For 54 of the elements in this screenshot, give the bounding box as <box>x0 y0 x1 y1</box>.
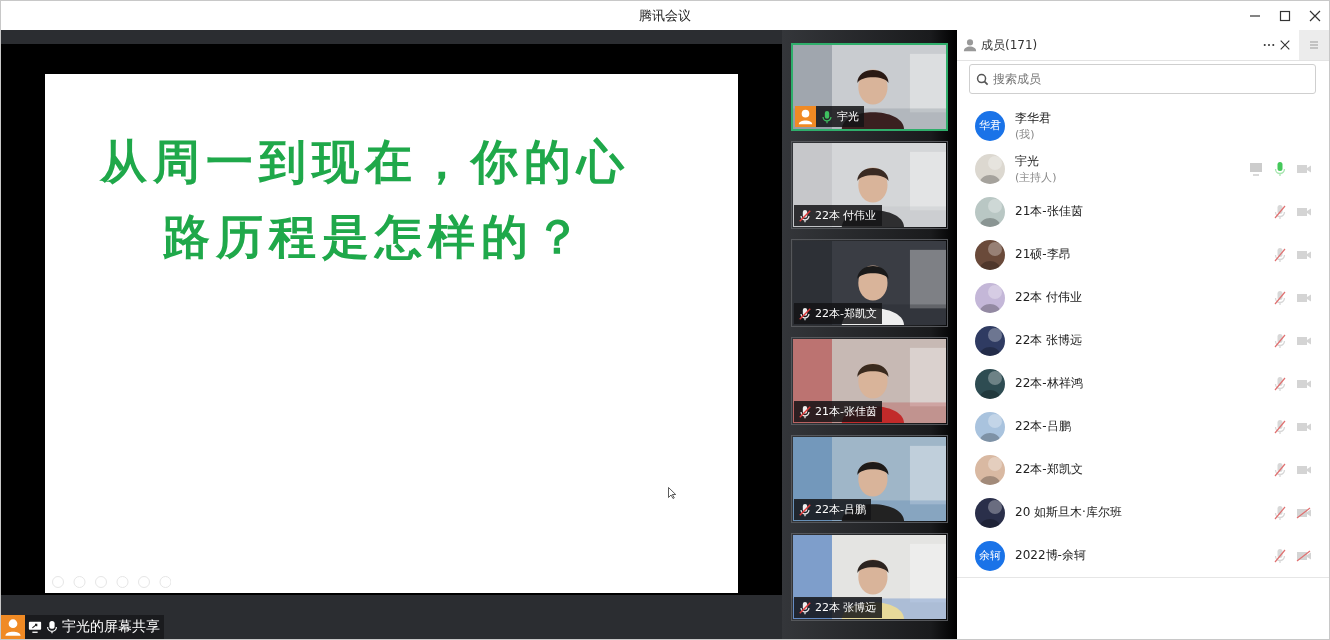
member-name: 22本-吕鹏 <box>1015 418 1072 435</box>
member-role: (我) <box>1015 126 1036 142</box>
muted-microphone-icon[interactable] <box>1272 461 1288 478</box>
share-label: 宇光的屏幕共享 <box>1 615 164 639</box>
screen-share-icon <box>1248 160 1264 177</box>
video-tile[interactable]: 宇光 <box>791 43 948 131</box>
video-tile[interactable]: 22本 张博远 <box>791 533 948 621</box>
muted-microphone-icon[interactable] <box>1272 504 1288 521</box>
muted-microphone-icon[interactable] <box>1272 246 1288 263</box>
close-icon[interactable] <box>1279 39 1291 51</box>
member-name: 22本 付伟业 <box>1015 289 1084 306</box>
muted-microphone-icon[interactable] <box>1272 375 1288 392</box>
participant-name: 22本 张博远 <box>815 600 877 615</box>
member-name: 李华君 <box>1015 109 1052 127</box>
muted-microphone-icon[interactable] <box>1272 203 1288 220</box>
member-name: 宇光 <box>1015 152 1040 170</box>
search-icon <box>976 73 989 86</box>
person-icon <box>795 106 816 127</box>
avatar: 华君 <box>975 110 1005 141</box>
maximize-icon[interactable] <box>1279 10 1291 22</box>
cursor-icon <box>668 487 676 499</box>
menu-button[interactable] <box>1299 30 1329 60</box>
participant-name: 22本-郑凯文 <box>815 306 877 321</box>
participant-name: 宇光 <box>837 109 859 124</box>
video-tile[interactable]: 21本-张佳茵 <box>791 337 948 425</box>
muted-microphone-icon[interactable] <box>1272 418 1288 435</box>
person-icon <box>963 38 977 52</box>
panel-title: 成员(171) <box>981 36 1039 54</box>
muted-microphone-icon[interactable] <box>1272 289 1288 306</box>
video-tile[interactable]: 22本 付伟业 <box>791 141 948 229</box>
slide-text: 从周一到现在，你的心 <box>100 133 631 191</box>
muted-microphone-icon[interactable] <box>1272 332 1288 349</box>
member-name: 2022博-余轲 <box>1015 547 1087 564</box>
video-tile[interactable]: 22本-吕鹏 <box>791 435 948 523</box>
member-role: (主持人) <box>1015 169 1058 185</box>
microphone-icon[interactable] <box>1272 160 1288 177</box>
search-field[interactable]: 搜索成员 <box>969 64 1316 94</box>
member-name: 22本-郑凯文 <box>1015 461 1084 478</box>
member-name: 21本-张佳茵 <box>1015 203 1084 220</box>
participant-name: 22本 付伟业 <box>815 208 877 223</box>
avatar: 余轲 <box>975 540 1005 571</box>
close-icon[interactable] <box>1309 10 1321 22</box>
participant-name: 22本-吕鹏 <box>815 502 866 517</box>
participant-name: 21本-张佳茵 <box>815 404 877 419</box>
member-name: 21硕-李昂 <box>1015 246 1072 263</box>
member-name: 22本-林祥鸿 <box>1015 375 1084 392</box>
muted-microphone-icon[interactable] <box>1272 547 1288 564</box>
member-name: 20 如斯旦木·库尔班 <box>1015 504 1123 521</box>
menu-icon <box>1309 40 1319 50</box>
slide-text: 路历程是怎样的？ <box>163 208 588 266</box>
screen-share-icon <box>28 619 42 635</box>
member-name: 22本 张博远 <box>1015 332 1084 349</box>
video-tile[interactable]: 22本-郑凯文 <box>791 239 948 327</box>
window-title: 腾讯会议 <box>639 6 691 25</box>
